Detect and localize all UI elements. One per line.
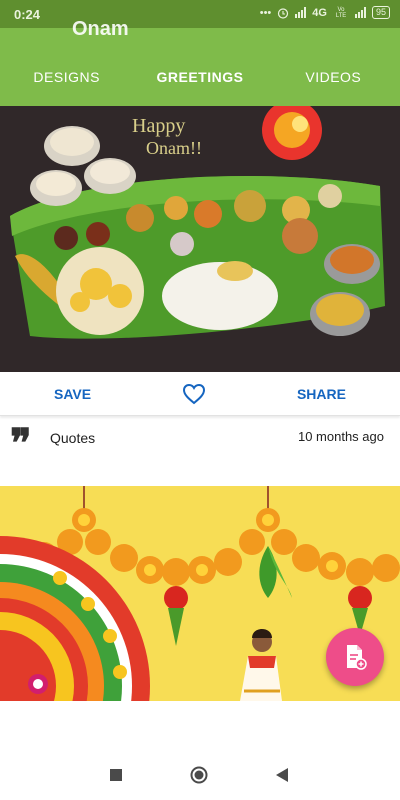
sadya-illustration: Happy Onam!! [0, 106, 400, 372]
network-type: 4G [312, 6, 327, 19]
volte-label: Vo LTE [335, 6, 347, 19]
card-meta: ❞ Quotes 10 months ago [0, 422, 400, 464]
share-button[interactable]: SHARE [297, 386, 346, 402]
status-time: 0:24 [14, 7, 41, 22]
alarm-icon [278, 7, 289, 19]
greeting-image-sadya[interactable]: Happy Onam!! [0, 106, 400, 372]
more-dots-icon: ••• [259, 6, 272, 19]
save-button[interactable]: SAVE [54, 386, 91, 402]
tab-designs[interactable]: DESIGNS [0, 60, 133, 106]
category-label[interactable]: Quotes [50, 430, 95, 446]
battery-icon: 95 [371, 6, 390, 19]
back-triangle-icon[interactable] [276, 768, 289, 782]
status-icons: ••• 4G Vo LTE 95 [260, 6, 390, 19]
create-greeting-fab[interactable] [326, 628, 384, 686]
tab-bar: DESIGNS GREETINGS VIDEOS [0, 60, 400, 106]
tab-label: VIDEOS [305, 69, 362, 85]
tab-label: DESIGNS [33, 69, 100, 85]
heart-outline-icon[interactable] [182, 383, 206, 405]
card-actions: SAVE SHARE [0, 372, 400, 416]
app-title: Onam [72, 18, 129, 40]
post-timestamp: 10 months ago [297, 429, 384, 444]
signal-icon [295, 7, 307, 18]
home-circle-icon[interactable] [190, 766, 208, 784]
image-greeting-line2: Onam!! [146, 138, 202, 158]
recents-square-icon[interactable] [110, 769, 122, 781]
app-bar: Onam DESIGNS GREETINGS VIDEOS [0, 18, 400, 106]
image-greeting-line1: Happy [132, 115, 185, 137]
status-bar: 0:24 ••• 4G Vo LTE 95 [0, 0, 400, 28]
tab-greetings[interactable]: GREETINGS [133, 60, 266, 106]
tab-label: GREETINGS [156, 69, 244, 85]
signal-icon-2 [354, 7, 366, 18]
tab-videos[interactable]: VIDEOS [267, 60, 400, 106]
system-nav-bar [0, 750, 400, 800]
quote-icon: ❞ [10, 420, 32, 467]
document-add-icon [347, 645, 367, 670]
